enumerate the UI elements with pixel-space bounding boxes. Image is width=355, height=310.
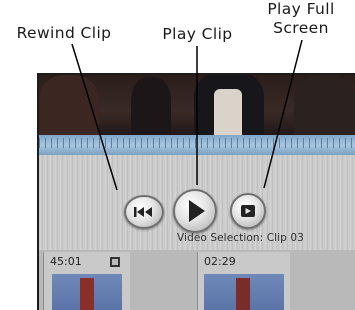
play-icon	[189, 200, 205, 222]
play-full-screen-callout: Play Full Screen	[250, 0, 352, 38]
rewind-clip-callout: Rewind Clip	[16, 24, 112, 42]
rewind-button[interactable]	[124, 195, 164, 229]
clip-time: 02:29	[204, 255, 236, 268]
scrubber-ticks	[39, 138, 355, 148]
rewind-icon	[134, 207, 152, 217]
video-preview[interactable]	[39, 75, 355, 135]
player-screenshot: Video Selection: Clip 03 45:01 02:29	[37, 73, 355, 310]
video-figure-center	[131, 77, 171, 135]
clip-card[interactable]: 02:29	[197, 252, 290, 310]
video-figure-far-right	[294, 75, 355, 135]
clip-thumbnail	[52, 274, 122, 310]
clip-time: 45:01	[50, 255, 82, 268]
play-clip-callout: Play Clip	[162, 25, 233, 43]
video-figure-shirt	[214, 89, 242, 135]
clip-card[interactable]: 45:01	[43, 252, 130, 310]
clip-strip: 45:01 02:29	[39, 250, 355, 310]
play-button[interactable]	[173, 189, 217, 233]
film-icon	[110, 257, 120, 267]
controls-panel: Video Selection: Clip 03	[39, 155, 355, 250]
play-full-screen-callout-line2: Screen	[273, 19, 329, 37]
play-full-screen-callout-line1: Play Full	[267, 0, 335, 18]
clip-thumbnail	[204, 274, 284, 310]
video-figure-left	[39, 75, 99, 135]
scrubber-bar[interactable]	[39, 135, 355, 155]
fullscreen-button[interactable]	[230, 193, 266, 229]
video-selection-label: Video Selection: Clip 03	[177, 232, 304, 244]
clip-thumbnail-figure	[236, 278, 250, 310]
fullscreen-icon	[241, 205, 255, 217]
clip-thumbnail-figure	[80, 278, 94, 310]
